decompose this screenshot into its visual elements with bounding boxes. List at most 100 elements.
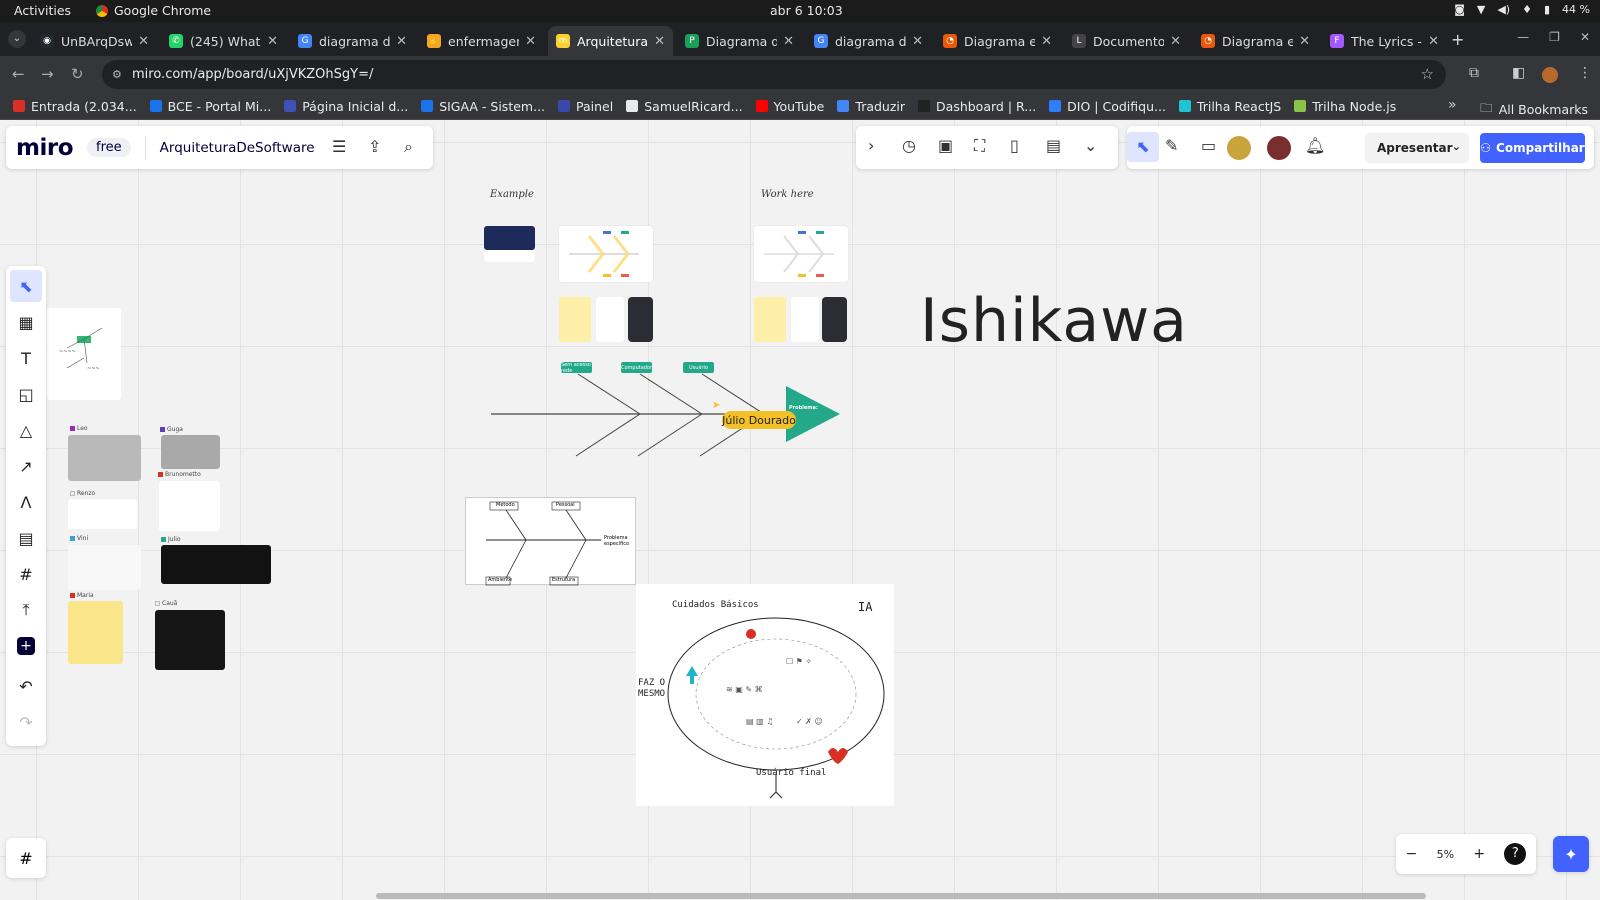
guga-board-thumbnail[interactable] (161, 435, 220, 469)
mindmap-thumbnail[interactable]: ~~~~ ~~~ (47, 308, 121, 400)
example-fishbone-thumbnail[interactable] (559, 226, 653, 282)
minimize-icon[interactable]: — (1517, 30, 1529, 44)
frames-button[interactable]: # (6, 838, 46, 878)
hand-drawn-sketch-image[interactable]: ≋ ▣ ✎ ⌘ ☐ ⚑ ✧ ✓ ✗ ☺ ▤ ▥ ♫ Cuidados Básic… (636, 584, 894, 806)
timer-icon[interactable]: ◷ (902, 136, 916, 155)
extensions-icon[interactable]: ⧉ (1469, 65, 1479, 81)
tab[interactable]: P Diagrama de ✕ (677, 26, 802, 56)
fishbone-tag-1[interactable]: Sem acesso rede (561, 362, 592, 374)
julio-board-thumbnail[interactable] (161, 545, 271, 584)
tab-close-icon[interactable]: ✕ (1170, 34, 1181, 49)
miro-logo[interactable]: miro (16, 135, 74, 161)
notes-icon[interactable]: ▤ (1046, 136, 1061, 155)
site-info-icon[interactable]: ⚙ (112, 68, 122, 81)
shapes-icon[interactable]: △ (10, 414, 42, 446)
tab[interactable]: Gdiagrama de ✕ (806, 26, 931, 56)
vini-board-thumbnail[interactable] (68, 545, 141, 590)
maria-board-thumbnail[interactable] (68, 601, 123, 664)
system-tray[interactable]: ◙ ▼ ◀) ♦ ▮ 44 % (1454, 3, 1590, 16)
bookmark-item[interactable]: Painel (558, 99, 613, 114)
fishbone-tag-2[interactable]: Computador (621, 362, 652, 373)
bookmark-item[interactable]: SamuelRicard... (626, 99, 743, 114)
forward-icon[interactable]: → (41, 65, 54, 83)
notification-bell-icon[interactable]: 🔔︎ (1305, 136, 1325, 155)
search-icon[interactable]: ⌕ (404, 137, 413, 157)
bookmark-item[interactable]: YouTube (755, 99, 824, 114)
pen-icon[interactable]: Ʌ (10, 486, 42, 518)
back-icon[interactable]: ← (12, 65, 25, 83)
redo-icon[interactable]: ↷ (10, 706, 42, 738)
comment-tool-icon[interactable]: ▤ (10, 522, 42, 554)
sticky-note-icon[interactable]: ◱ (10, 378, 42, 410)
caua-board-thumbnail[interactable] (155, 610, 225, 670)
url-input[interactable]: ⚙ miro.com/app/board/uXjVKZOhSgY=/ ☆ (102, 60, 1446, 89)
fishbone-tag-3[interactable]: Usuário (683, 362, 714, 373)
templates-icon[interactable]: ▦ (10, 306, 42, 338)
profile-avatar[interactable] (1542, 67, 1558, 83)
tab[interactable]: F The Lyrics - ✕ (1322, 26, 1447, 56)
tab-close-icon[interactable]: ✕ (138, 34, 149, 49)
bookmark-item[interactable]: Trilha Node.js (1294, 99, 1396, 114)
horizontal-scrollbar[interactable] (376, 893, 1426, 899)
tab-close-icon[interactable]: ✕ (1299, 34, 1310, 49)
ishikawa-title[interactable]: Ishikawa (920, 286, 1188, 356)
bookmark-item[interactable]: BCE - Portal Mi... (149, 99, 271, 114)
tab-close-icon[interactable]: ✕ (267, 34, 278, 49)
miro-board-canvas[interactable]: Example Work here Ishikawa Sem acesso re… (0, 120, 1600, 900)
example-banner-thumbnail[interactable] (484, 226, 535, 250)
work-blank-note[interactable] (791, 297, 819, 342)
tab-close-icon[interactable]: ✕ (654, 34, 665, 49)
app-menu[interactable]: Google Chrome (96, 3, 211, 18)
voting-icon[interactable]: ▣ (938, 136, 953, 155)
bookmark-star-icon[interactable]: ☆ (1421, 65, 1434, 83)
activities-button[interactable]: Activities (14, 3, 71, 18)
zoom-out-icon[interactable]: − (1406, 846, 1418, 862)
tab-close-icon[interactable]: ✕ (912, 34, 923, 49)
upload-icon[interactable]: ⤒ (10, 594, 42, 626)
tab-search-button[interactable]: ⌄ (8, 30, 26, 48)
tab-close-icon[interactable]: ✕ (525, 34, 536, 49)
tab[interactable]: ◉ UnBArqDsw ✕ (32, 26, 157, 56)
bookmark-item[interactable]: DIO | Codifiqu... (1049, 99, 1166, 114)
tab-close-icon[interactable]: ✕ (783, 34, 794, 49)
new-tab-button[interactable]: + (1451, 30, 1464, 49)
clock[interactable]: abr 6 10:03 (770, 3, 843, 18)
leo-board-thumbnail[interactable] (68, 435, 141, 481)
tab-close-icon[interactable]: ✕ (1041, 34, 1052, 49)
tab[interactable]: L Documento ✕ (1064, 26, 1189, 56)
tab[interactable]: m Arquitetura ✕ (548, 26, 673, 56)
bookmark-item[interactable]: Traduzir (837, 99, 905, 114)
help-icon[interactable]: ? (1504, 843, 1527, 865)
renzo-board-thumbnail[interactable] (68, 499, 137, 529)
tab[interactable]: ◔ Diagrama er ✕ (935, 26, 1060, 56)
export-icon[interactable]: ⇪ (368, 137, 381, 156)
zoom-level[interactable]: 5% (1437, 848, 1454, 861)
more-tools-icon[interactable]: ⌄ (1084, 136, 1097, 155)
present-button[interactable]: Apresentar ⌄ (1365, 133, 1469, 163)
reactions-icon[interactable]: ✎ (1165, 136, 1178, 155)
maximize-icon[interactable]: ❐ (1549, 30, 1560, 44)
example-phone-thumbnail[interactable] (628, 297, 653, 342)
bookmark-item[interactable]: Dashboard | R... (918, 99, 1036, 114)
bookmark-item[interactable]: SIGAA - Sistem... (421, 99, 545, 114)
avatar[interactable] (1267, 136, 1291, 160)
cursor-icon[interactable]: ⬉ (1127, 132, 1159, 162)
all-bookmarks-button[interactable]: 🗀 All Bookmarks (1480, 99, 1588, 120)
avatar[interactable] (1227, 136, 1251, 160)
zoom-in-icon[interactable]: + (1473, 846, 1485, 862)
connection-line-icon[interactable]: ↗ (10, 450, 42, 482)
bookmark-item[interactable]: Trilha ReactJS (1178, 99, 1281, 114)
tab[interactable]: Gdiagrama de ✕ (290, 26, 415, 56)
undo-icon[interactable]: ↶ (10, 670, 42, 702)
share-button[interactable]: ⚇ Compartilhar (1480, 133, 1585, 163)
tab-close-icon[interactable]: ✕ (396, 34, 407, 49)
counter-icon[interactable]: ▯ (1010, 136, 1019, 155)
tab[interactable]: ◔ Diagrama er ✕ (1193, 26, 1318, 56)
close-window-icon[interactable]: ✕ (1580, 30, 1590, 44)
chrome-menu-icon[interactable]: ⋮ (1578, 65, 1592, 81)
frame-tool-icon[interactable]: # (10, 558, 42, 590)
work-phone-thumbnail[interactable] (822, 297, 847, 342)
bookmark-item[interactable]: Entrada (2.034... (13, 99, 137, 114)
focus-icon[interactable]: ⛶ (974, 136, 985, 156)
menu-icon[interactable]: ☰ (332, 137, 346, 156)
